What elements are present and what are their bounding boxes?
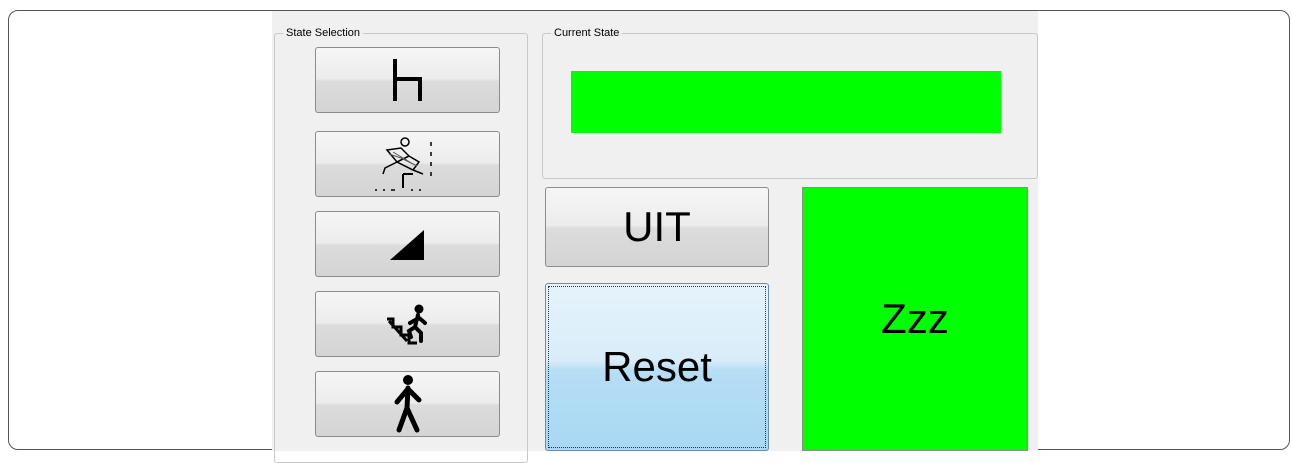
current-state-label: Current State [551,26,623,40]
state-selection-panel: State Selection [272,11,528,463]
status-text: Zzz [881,295,949,342]
state-button-walk[interactable] [315,371,500,437]
stairs-climb-icon [386,304,427,345]
reset-button[interactable]: Reset [545,283,769,451]
state-button-sit[interactable] [315,47,500,113]
state-button-incline[interactable] [315,211,500,277]
right-panel: Current State UIT Reset Zzz [528,11,1038,451]
reset-button-label: Reset [602,343,712,390]
uit-button[interactable]: UIT [545,187,769,267]
status-indicator: Zzz [802,187,1028,451]
chair-icon [392,59,422,101]
window-frame: State Selection Current State UIT Reset … [8,10,1290,463]
hurdle-jump-icon [374,137,432,191]
uit-button-label: UIT [623,203,691,250]
current-state-indicator [571,71,1001,133]
walking-person-icon [394,375,421,433]
state-selection-label: State Selection [283,26,363,40]
state-button-hurdle[interactable] [315,131,500,197]
incline-ramp-icon [389,230,424,260]
state-button-stairs[interactable] [315,291,500,357]
